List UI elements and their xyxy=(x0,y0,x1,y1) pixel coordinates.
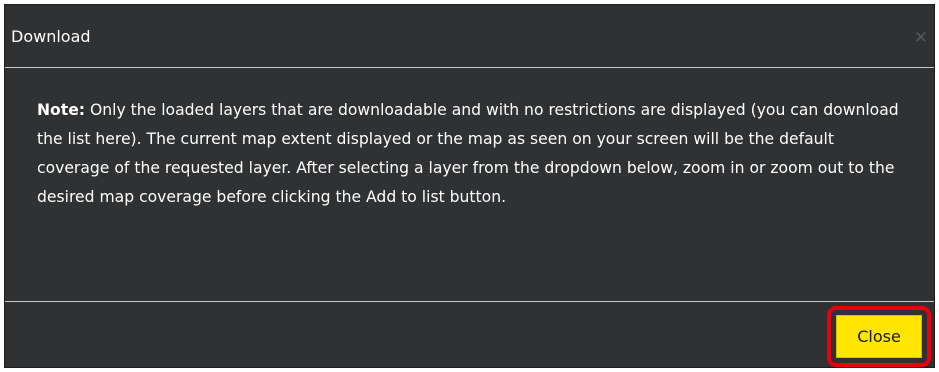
close-icon[interactable]: ✕ xyxy=(914,29,928,47)
note-message: Only the loaded layers that are download… xyxy=(37,101,899,206)
note-label: Note: xyxy=(37,101,86,119)
note-text: Note: Only the loaded layers that are do… xyxy=(37,96,907,212)
dialog-title: Download xyxy=(11,27,91,46)
dialog-footer: Close xyxy=(5,302,934,367)
close-button-highlight: Close xyxy=(827,306,931,367)
dialog-body: Note: Only the loaded layers that are do… xyxy=(5,68,934,302)
close-button[interactable]: Close xyxy=(836,315,922,358)
download-dialog: Download ✕ Note: Only the loaded layers … xyxy=(4,4,935,368)
dialog-header: Download ✕ xyxy=(5,5,934,68)
